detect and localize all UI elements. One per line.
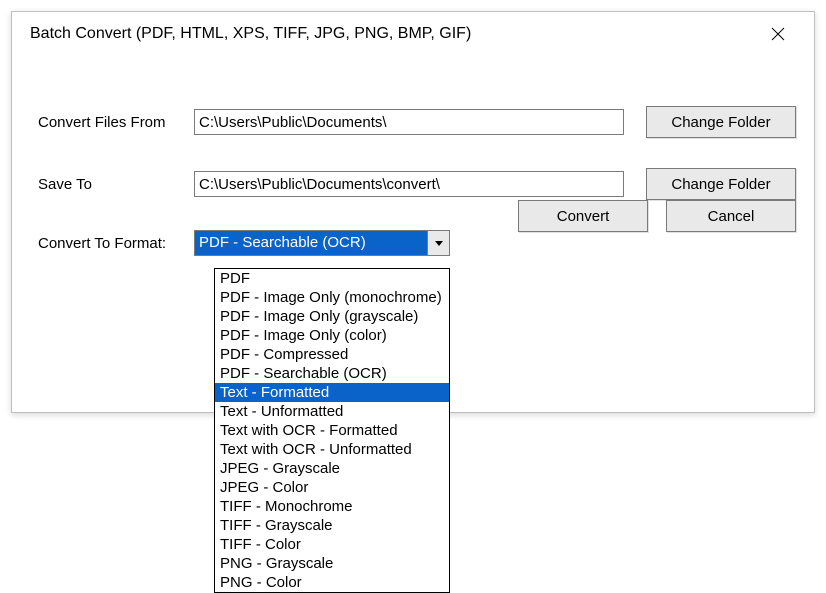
format-option[interactable]: TIFF - Monochrome — [215, 497, 449, 516]
format-option[interactable]: Text with OCR - Unformatted — [215, 440, 449, 459]
input-save-to[interactable] — [194, 171, 624, 197]
format-select[interactable]: PDF - Searchable (OCR) — [194, 230, 450, 256]
format-option[interactable]: PDF - Compressed — [215, 345, 449, 364]
convert-button[interactable]: Convert — [518, 200, 648, 232]
format-option[interactable]: Text - Unformatted — [215, 402, 449, 421]
row-save-to: Save To Change Folder — [38, 168, 796, 200]
chevron-down-icon[interactable] — [427, 231, 449, 255]
format-select-value: PDF - Searchable (OCR) — [195, 231, 427, 255]
format-option[interactable]: Text with OCR - Formatted — [215, 421, 449, 440]
row-format: Convert To Format: PDF - Searchable (OCR… — [38, 230, 796, 256]
format-dropdown[interactable]: PDFPDF - Image Only (monochrome)PDF - Im… — [214, 268, 450, 593]
format-option[interactable]: PNG - Color — [215, 573, 449, 592]
format-option[interactable]: PDF - Image Only (color) — [215, 326, 449, 345]
format-option[interactable]: PDF — [215, 269, 449, 288]
format-option[interactable]: PNG - Grayscale — [215, 554, 449, 573]
format-option[interactable]: JPEG - Grayscale — [215, 459, 449, 478]
format-option[interactable]: PDF - Image Only (monochrome) — [215, 288, 449, 307]
row-convert-from: Convert Files From Change Folder — [38, 106, 796, 138]
format-option[interactable]: PDF - Image Only (grayscale) — [215, 307, 449, 326]
label-save-to: Save To — [38, 176, 188, 193]
window-title: Batch Convert (PDF, HTML, XPS, TIFF, JPG… — [30, 25, 471, 43]
dialog-body: Convert Files From Change Folder Save To… — [12, 106, 814, 256]
close-icon[interactable] — [756, 14, 800, 54]
change-folder-to-button[interactable]: Change Folder — [646, 168, 796, 200]
label-format: Convert To Format: — [38, 235, 188, 252]
titlebar: Batch Convert (PDF, HTML, XPS, TIFF, JPG… — [12, 12, 814, 56]
batch-convert-dialog: Batch Convert (PDF, HTML, XPS, TIFF, JPG… — [11, 11, 815, 413]
format-option[interactable]: Text - Formatted — [215, 383, 449, 402]
format-option[interactable]: PDF - Searchable (OCR) — [215, 364, 449, 383]
cancel-button[interactable]: Cancel — [666, 200, 796, 232]
format-option[interactable]: TIFF - Grayscale — [215, 516, 449, 535]
format-option[interactable]: JPEG - Color — [215, 478, 449, 497]
action-row: Convert Cancel — [518, 200, 796, 232]
format-option[interactable]: TIFF - Color — [215, 535, 449, 554]
input-convert-from[interactable] — [194, 109, 624, 135]
label-convert-from: Convert Files From — [38, 114, 188, 131]
change-folder-from-button[interactable]: Change Folder — [646, 106, 796, 138]
